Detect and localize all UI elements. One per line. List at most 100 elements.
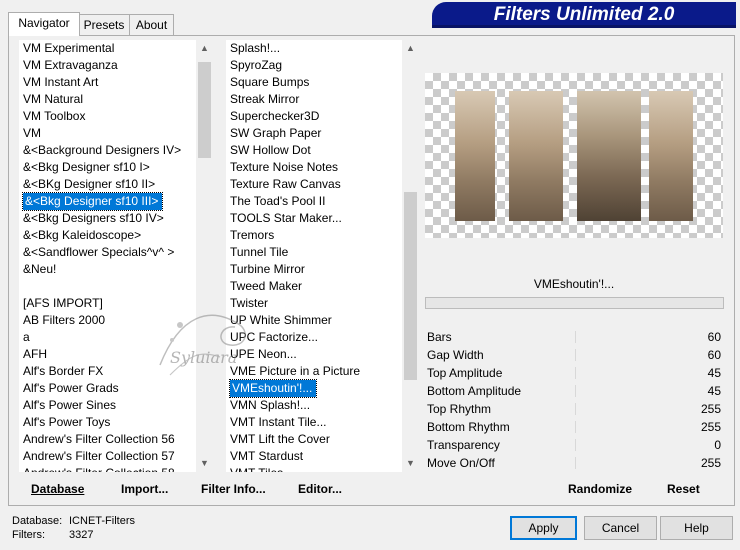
filter-item[interactable]: SW Hollow Dot: [226, 142, 402, 159]
parameter-label: Move On/Off: [427, 456, 495, 470]
filter-item[interactable]: TOOLS Star Maker...: [226, 210, 402, 227]
filter-item[interactable]: Tunnel Tile: [226, 244, 402, 261]
filter-item[interactable]: Texture Raw Canvas: [226, 176, 402, 193]
parameter-value[interactable]: 45: [708, 364, 721, 382]
reset-button[interactable]: Reset: [667, 480, 700, 498]
scroll-up-icon[interactable]: ▲: [402, 40, 419, 57]
category-item-label: &<Bkg Designer sf10 I>: [23, 160, 150, 174]
filter-item[interactable]: SpyroZag: [226, 57, 402, 74]
category-item-label: [AFS IMPORT]: [23, 296, 103, 310]
category-scrollbar[interactable]: ▲ ▼: [196, 40, 213, 472]
category-item[interactable]: &<Sandflower Specials^v^ >: [19, 244, 196, 261]
filter-scrollbar[interactable]: ▲ ▼: [402, 40, 419, 472]
category-item[interactable]: VM Experimental: [19, 40, 196, 57]
filter-item[interactable]: VMN Splash!...: [226, 397, 402, 414]
category-item[interactable]: &<Bkg Designers sf10 IV>: [19, 210, 196, 227]
category-item-label: AFH: [23, 347, 47, 361]
apply-button[interactable]: Apply: [510, 516, 577, 540]
parameter-value[interactable]: 60: [708, 346, 721, 364]
category-item[interactable]: [19, 278, 196, 295]
banner-title: Filters Unlimited 2.0: [493, 4, 675, 25]
parameter-row[interactable]: Bottom Rhythm 255: [425, 418, 723, 436]
category-list[interactable]: VM Experimental VM Extravaganza VM Instant…: [19, 40, 196, 472]
cancel-button[interactable]: Cancel: [584, 516, 657, 540]
filter-item[interactable]: Tremors: [226, 227, 402, 244]
parameter-value[interactable]: 255: [701, 454, 721, 472]
filter-item[interactable]: Splash!...: [226, 40, 402, 57]
randomize-button[interactable]: Randomize: [568, 480, 632, 498]
filter-item[interactable]: VMT Stardust: [226, 448, 402, 465]
filter-item[interactable]: SW Graph Paper: [226, 125, 402, 142]
category-item[interactable]: &<Bkg Designer sf10 I>: [19, 159, 196, 176]
parameter-divider: [575, 457, 576, 469]
category-item[interactable]: VM Toolbox: [19, 108, 196, 125]
tab-navigator[interactable]: Navigator: [8, 12, 80, 36]
scroll-up-icon[interactable]: ▲: [196, 40, 213, 57]
category-item[interactable]: &<Bkg Kaleidoscope>: [19, 227, 196, 244]
category-item[interactable]: &Neu!: [19, 261, 196, 278]
filter-item[interactable]: VMT Tiles ...: [226, 465, 402, 472]
preview-strip: [649, 91, 693, 221]
editor-button[interactable]: Editor...: [298, 480, 342, 498]
filter-item[interactable]: Texture Noise Notes: [226, 159, 402, 176]
category-item-label: VM Toolbox: [23, 109, 86, 123]
filter-item[interactable]: Superchecker3D: [226, 108, 402, 125]
preview-canvas: [425, 73, 723, 238]
filter-item-label: VMT Lift the Cover: [230, 432, 330, 446]
parameter-row[interactable]: Transparency 0: [425, 436, 723, 454]
app-banner: Filters Unlimited 2.0: [432, 2, 736, 28]
filter-item[interactable]: Square Bumps: [226, 74, 402, 91]
category-item[interactable]: Alf's Power Toys: [19, 414, 196, 431]
parameter-row[interactable]: Move On/Off 255: [425, 454, 723, 472]
database-button[interactable]: Database: [31, 480, 84, 498]
category-item[interactable]: VM Instant Art: [19, 74, 196, 91]
parameter-label: Transparency: [427, 438, 500, 452]
parameter-row[interactable]: Gap Width 60: [425, 346, 723, 364]
filter-item-label: SW Graph Paper: [230, 126, 322, 140]
category-item[interactable]: Andrew's Filter Collection 56: [19, 431, 196, 448]
category-item-label: &<Bkg Kaleidoscope>: [23, 228, 142, 242]
category-item[interactable]: VM Extravaganza: [19, 57, 196, 74]
parameter-label: Bars: [427, 330, 452, 344]
tab-about[interactable]: About: [129, 14, 174, 35]
parameter-value[interactable]: 60: [708, 328, 721, 346]
filter-item-label: Texture Noise Notes: [230, 160, 339, 174]
parameter-value[interactable]: 45: [708, 382, 721, 400]
category-item[interactable]: Andrew's Filter Collection 58: [19, 465, 196, 472]
category-item[interactable]: Alf's Power Sines: [19, 397, 196, 414]
parameter-label: Top Amplitude: [427, 366, 503, 380]
filter-item[interactable]: Streak Mirror: [226, 91, 402, 108]
category-item[interactable]: &<Background Designers IV>: [19, 142, 196, 159]
scroll-down-icon[interactable]: ▼: [402, 455, 419, 472]
filter-item[interactable]: The Toad's Pool II: [226, 193, 402, 210]
filter-item[interactable]: Turbine Mirror: [226, 261, 402, 278]
help-button[interactable]: Help: [660, 516, 733, 540]
category-item[interactable]: VM: [19, 125, 196, 142]
scroll-thumb[interactable]: [404, 192, 417, 380]
parameter-row[interactable]: Top Amplitude 45: [425, 364, 723, 382]
category-item-label: VM Instant Art: [23, 75, 99, 89]
scroll-thumb[interactable]: [198, 62, 211, 158]
filter-info-button[interactable]: Filter Info...: [201, 480, 266, 498]
tab-presets[interactable]: Presets: [78, 14, 130, 35]
parameter-value[interactable]: 255: [701, 400, 721, 418]
category-item[interactable]: &<Bkg Designer sf10 III>: [19, 192, 196, 211]
parameter-row[interactable]: Bottom Amplitude 45: [425, 382, 723, 400]
parameter-value[interactable]: 0: [714, 436, 721, 454]
parameter-divider: [575, 421, 576, 433]
parameter-row[interactable]: Top Rhythm 255: [425, 400, 723, 418]
filter-item[interactable]: VMT Instant Tile...: [226, 414, 402, 431]
filter-list[interactable]: Splash!... SpyroZag Square Bumps Streak Mir…: [226, 40, 402, 472]
category-item[interactable]: Andrew's Filter Collection 57: [19, 448, 196, 465]
parameter-label: Bottom Rhythm: [427, 420, 510, 434]
category-item[interactable]: &<BKg Designer sf10 II>: [19, 176, 196, 193]
category-item[interactable]: VM Natural: [19, 91, 196, 108]
category-item-label: Alf's Power Sines: [23, 398, 116, 412]
parameter-value[interactable]: 255: [701, 418, 721, 436]
parameter-row[interactable]: Bars 60: [425, 328, 723, 346]
scroll-down-icon[interactable]: ▼: [196, 455, 213, 472]
filter-item[interactable]: Tweed Maker: [226, 278, 402, 295]
import-button[interactable]: Import...: [121, 480, 168, 498]
filter-item-label: VMN Splash!...: [230, 398, 311, 412]
filter-item[interactable]: VMT Lift the Cover: [226, 431, 402, 448]
